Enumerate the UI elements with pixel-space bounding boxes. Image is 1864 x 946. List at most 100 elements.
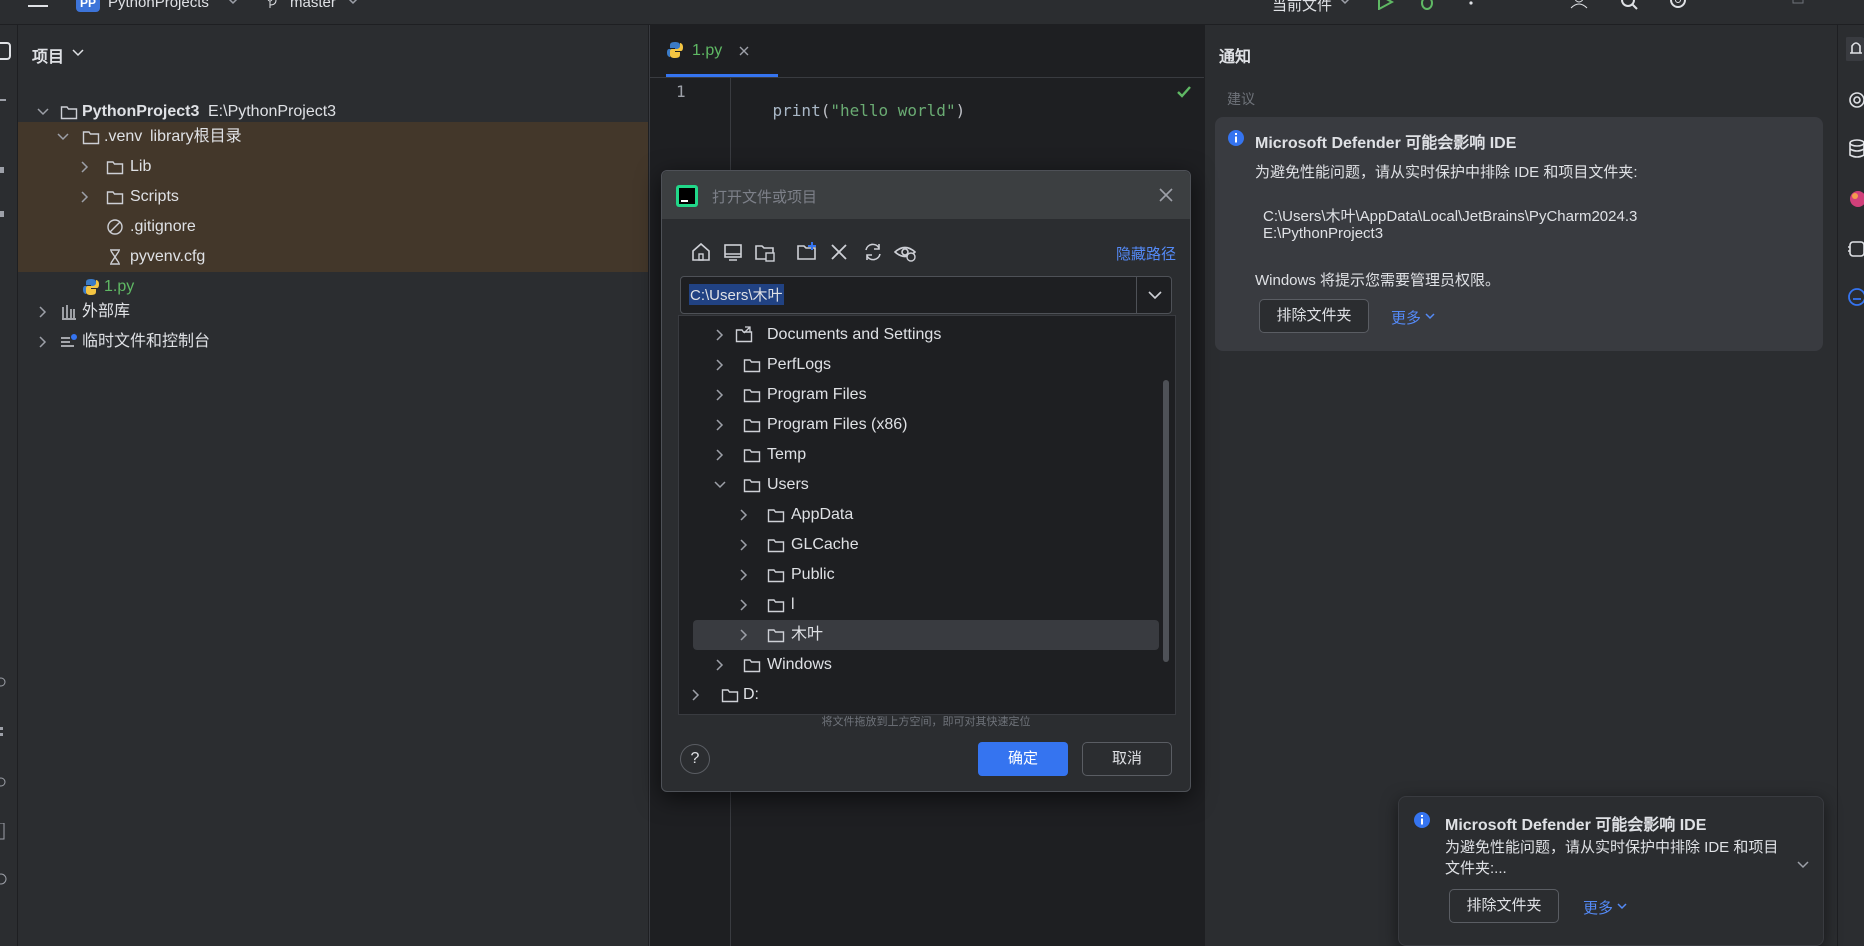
chevron-right-icon[interactable] (737, 508, 751, 522)
tree-item-user-folder[interactable]: l (679, 590, 1175, 620)
chevron-right-icon[interactable] (36, 335, 50, 349)
python-packages-icon[interactable] (1847, 239, 1864, 259)
branch-icon[interactable] (266, 0, 280, 10)
chevron-right-icon[interactable] (78, 190, 92, 204)
run-icon[interactable] (1376, 0, 1394, 10)
python-console-icon[interactable] (1847, 287, 1864, 307)
chevron-right-icon[interactable] (737, 538, 751, 552)
hide-path-link[interactable]: 隐藏路径 (1116, 243, 1176, 264)
chevron-right-icon[interactable] (713, 658, 727, 672)
debug-icon[interactable] (1418, 0, 1436, 10)
refresh-icon[interactable] (862, 241, 884, 263)
chevron-down-icon[interactable] (1340, 0, 1350, 6)
inspection-ok-icon[interactable] (1176, 85, 1192, 99)
database-icon[interactable] (1847, 139, 1864, 159)
chevron-right-icon[interactable] (713, 358, 727, 372)
notifications-bell-icon[interactable] (1846, 37, 1864, 61)
window-minimize-icon[interactable] (1792, 0, 1804, 6)
chevron-down-icon[interactable] (1425, 313, 1435, 321)
chevron-down-icon[interactable] (1797, 861, 1809, 869)
more-link[interactable]: 更多 (1583, 897, 1613, 918)
tree-item-perflogs[interactable]: PerfLogs (679, 350, 1175, 380)
help-button[interactable]: ? (680, 744, 710, 774)
run-config-selector[interactable]: 当前文件 (1272, 0, 1332, 15)
tree-item-appdata[interactable]: AppData (679, 500, 1175, 530)
show-hidden-icon[interactable] (894, 241, 916, 263)
tree-item-gitignore[interactable]: .gitignore (18, 212, 648, 242)
project-folder-icon[interactable] (754, 241, 776, 263)
tree-item-program-files[interactable]: Program Files (679, 380, 1175, 410)
search-icon[interactable] (1620, 0, 1640, 10)
tree-scrollbar[interactable] (1163, 380, 1169, 662)
editor-tab-1-py[interactable]: 1.py (666, 39, 778, 69)
tree-item-scripts[interactable]: Scripts (18, 182, 648, 212)
new-folder-icon[interactable] (796, 241, 818, 263)
add-user-icon[interactable] (1570, 0, 1592, 10)
ai-assistant-icon[interactable] (1847, 91, 1864, 109)
tool-window-icon[interactable] (0, 873, 8, 885)
tree-item-glcache[interactable]: GLCache (679, 530, 1175, 560)
tool-window-icon[interactable] (0, 167, 8, 175)
delete-icon[interactable] (828, 241, 850, 263)
project-name[interactable]: PythonProjects (108, 0, 209, 11)
chevron-right-icon[interactable] (713, 328, 727, 342)
tool-window-icon[interactable] (0, 777, 8, 787)
chevron-right-icon[interactable] (689, 688, 703, 702)
panel-title[interactable]: 项目 (32, 43, 64, 67)
close-icon[interactable] (738, 45, 750, 57)
chevron-right-icon[interactable] (713, 418, 727, 432)
chevron-right-icon[interactable] (737, 598, 751, 612)
close-icon[interactable] (1158, 187, 1174, 203)
cancel-button[interactable]: 取消 (1082, 742, 1172, 776)
chevron-down-icon[interactable] (72, 49, 84, 57)
project-tool-icon[interactable] (0, 41, 12, 63)
exclude-folders-button[interactable]: 排除文件夹 (1259, 299, 1369, 333)
file-chooser-tree[interactable]: Documents and Settings PerfLogs Program … (678, 315, 1176, 715)
exclude-folders-button[interactable]: 排除文件夹 (1449, 889, 1559, 923)
chevron-down-icon[interactable] (36, 105, 50, 119)
tree-item-users[interactable]: Users (679, 470, 1175, 500)
path-history-dropdown[interactable] (1136, 277, 1172, 313)
settings-gear-icon[interactable] (1668, 0, 1688, 10)
tool-window-icon[interactable] (0, 211, 8, 219)
tool-window-icon[interactable] (0, 677, 8, 687)
home-icon[interactable] (690, 241, 712, 263)
chevron-right-icon[interactable] (713, 388, 727, 402)
tree-item-drive-d[interactable]: D: (679, 680, 1175, 710)
chevron-right-icon[interactable] (713, 448, 727, 462)
tool-window-icon[interactable] (0, 727, 8, 741)
tree-item-venv[interactable]: .venv library根目录 (18, 122, 648, 152)
plugin-icon[interactable] (1847, 189, 1864, 209)
branch-name[interactable]: master (290, 0, 336, 11)
project-badge[interactable]: PP (76, 0, 100, 12)
tree-item-documents-and-settings[interactable]: Documents and Settings (679, 320, 1175, 350)
ok-button[interactable]: 确定 (978, 742, 1068, 776)
tool-window-icon[interactable] (0, 823, 8, 841)
chevron-down-icon[interactable] (348, 0, 358, 6)
tree-item-external-libraries[interactable]: 外部库 (18, 297, 648, 327)
chevron-down-icon[interactable] (1617, 903, 1627, 911)
tree-item-pyvenv-cfg[interactable]: pyvenv.cfg (18, 242, 648, 272)
tree-item-windows[interactable]: Windows (679, 650, 1175, 680)
tree-item-program-files-x86[interactable]: Program Files (x86) (679, 410, 1175, 440)
tree-item-muye[interactable]: 木叶 (693, 620, 1159, 650)
tree-item-temp[interactable]: Temp (679, 440, 1175, 470)
tree-item-scratches[interactable]: 临时文件和控制台 (18, 327, 648, 357)
folder-icon (743, 656, 761, 674)
tree-item-lib[interactable]: Lib (18, 152, 648, 182)
chevron-right-icon[interactable] (78, 160, 92, 174)
desktop-icon[interactable] (722, 241, 744, 263)
chevron-right-icon[interactable] (737, 568, 751, 582)
chevron-down-icon[interactable] (713, 478, 727, 492)
chevron-down-icon[interactable] (228, 0, 238, 6)
code-line[interactable]: print("hello world") (734, 82, 966, 139)
more-actions-icon[interactable] (1468, 0, 1474, 10)
more-link[interactable]: 更多 (1391, 307, 1421, 328)
chevron-right-icon[interactable] (737, 628, 751, 642)
chevron-right-icon[interactable] (36, 305, 50, 319)
path-input[interactable]: C:\Users\木叶 (680, 276, 1172, 314)
chevron-down-icon[interactable] (56, 130, 70, 144)
main-menu-icon[interactable] (28, 0, 48, 10)
tree-item-public[interactable]: Public (679, 560, 1175, 590)
tool-window-icon[interactable] (0, 99, 8, 105)
